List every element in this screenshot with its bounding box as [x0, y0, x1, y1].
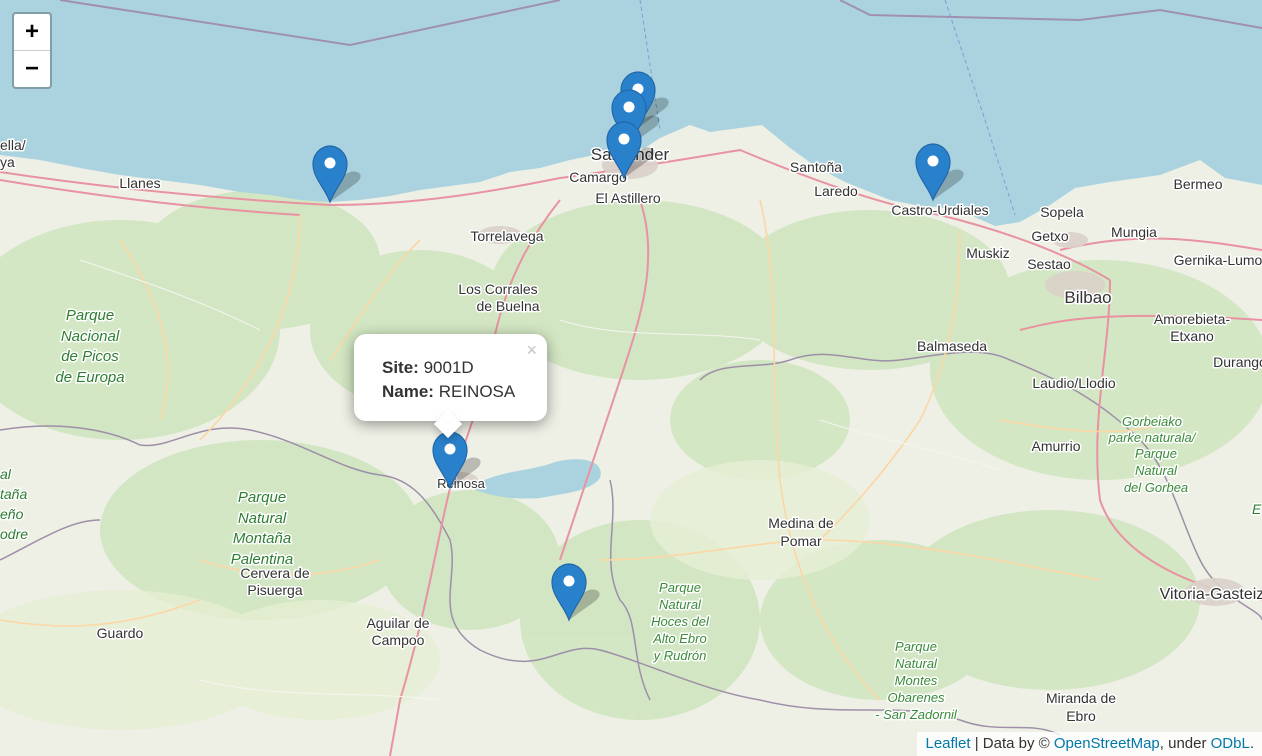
leaflet-link[interactable]: Leaflet: [925, 735, 970, 752]
attribution-sep1: | Data by ©: [970, 735, 1054, 752]
label-eno: eño: [0, 506, 24, 522]
label-laudio: Laudio/Llodio: [1032, 375, 1116, 391]
label-sopela: Sopela: [1040, 204, 1084, 220]
label-ya: ya: [0, 154, 15, 170]
popup-close-button[interactable]: ×: [526, 340, 537, 361]
popup-site-label: Site:: [382, 358, 419, 377]
park-picos-4: de Europa: [55, 369, 124, 386]
label-el-astillero: El Astillero: [595, 190, 661, 206]
label-gernika: Gernika-Lumo: [1174, 252, 1262, 268]
label-aguilar-2: Campoo: [372, 632, 425, 648]
park-obarenes-1: Parque: [895, 639, 937, 654]
zoom-in-button[interactable]: +: [14, 14, 50, 51]
park-gorbeia-5: del Gorbea: [1124, 480, 1188, 495]
label-aguilar-1: Aguilar de: [366, 615, 429, 631]
label-miranda-2: Ebro: [1066, 708, 1096, 724]
popup-name-value: REINOSA: [438, 382, 516, 401]
map-marker[interactable]: [311, 144, 361, 204]
park-obarenes-5: - San Zadornil: [875, 707, 958, 722]
park-picos-1: Parque: [66, 307, 114, 324]
label-los-corrales-1: Los Corrales: [458, 281, 537, 297]
label-amorebieta-2: Etxano: [1170, 328, 1214, 344]
park-hoces-3: Hoces del: [651, 614, 710, 629]
popup-site-row: Site: 9001D: [382, 356, 515, 380]
map-marker[interactable]: [914, 142, 964, 202]
park-obarenes-4: Obarenes: [887, 690, 945, 705]
osm-link[interactable]: OpenStreetMap: [1054, 735, 1160, 752]
label-ed: E: [1252, 501, 1262, 517]
label-los-corrales-2: de Buelna: [476, 298, 539, 314]
popup-content: Site: 9001D Name: REINOSA: [382, 356, 515, 404]
map-marker[interactable]: [431, 430, 481, 490]
park-gorbeia-3: Parque: [1135, 446, 1177, 461]
label-amorebieta-1: Amorebieta-: [1154, 311, 1231, 327]
park-obarenes-2: Natural: [895, 656, 938, 671]
marker-popup: × Site: 9001D Name: REINOSA: [354, 334, 547, 439]
label-odre: odre: [0, 526, 28, 542]
label-medina-2: Pomar: [780, 533, 822, 549]
label-bermeo: Bermeo: [1173, 176, 1222, 192]
popup-site-value: 9001D: [423, 358, 474, 377]
label-cervera-2: Pisuerga: [247, 582, 302, 598]
label-guardo: Guardo: [97, 625, 144, 641]
label-tana: taña: [0, 486, 27, 502]
odbl-link[interactable]: ODbL: [1211, 735, 1250, 752]
map-marker[interactable]: [550, 562, 600, 622]
label-torrelavega: Torrelavega: [470, 228, 543, 244]
map[interactable]: Llanes Santander Camargo El Astillero Sa…: [0, 0, 1262, 756]
label-bilbao: Bilbao: [1064, 288, 1111, 307]
label-vitoria: Vitoria-Gasteiz: [1160, 586, 1262, 603]
park-gorbeia-4: Natural: [1135, 463, 1178, 478]
label-ella: ella/: [0, 137, 26, 153]
label-al: al: [0, 466, 12, 482]
park-picos-3: de Picos: [61, 348, 119, 365]
park-hoces-2: Natural: [659, 597, 702, 612]
attribution-sep2: , under: [1159, 735, 1211, 752]
label-llanes: Llanes: [119, 175, 160, 191]
label-durango: Durango: [1213, 354, 1262, 370]
park-palentina-4: Palentina: [231, 551, 294, 568]
park-hoces-1: Parque: [659, 580, 701, 595]
label-miranda-1: Miranda de: [1046, 690, 1116, 706]
popup-name-row: Name: REINOSA: [382, 380, 515, 404]
label-sestao: Sestao: [1027, 256, 1071, 272]
park-palentina-2: Natural: [238, 510, 287, 527]
map-marker[interactable]: [605, 120, 655, 180]
popup-name-label: Name:: [382, 382, 434, 401]
park-palentina-3: Montaña: [233, 530, 291, 547]
zoom-control: + −: [12, 12, 52, 89]
label-balmaseda: Balmaseda: [917, 338, 987, 354]
park-picos-2: Nacional: [61, 328, 120, 345]
label-getxo: Getxo: [1031, 228, 1069, 244]
label-santona: Santoña: [790, 159, 842, 175]
label-medina-1: Medina de: [768, 515, 834, 531]
zoom-out-button[interactable]: −: [14, 51, 50, 87]
label-mungia: Mungia: [1111, 224, 1157, 240]
attribution: Leaflet | Data by © OpenStreetMap, under…: [917, 732, 1262, 756]
park-palentina-1: Parque: [238, 489, 286, 506]
label-castro-urdiales: Castro-Urdiales: [891, 202, 988, 218]
attribution-end: .: [1249, 735, 1254, 752]
park-hoces-5: y Rudrón: [653, 648, 707, 663]
label-laredo: Laredo: [814, 183, 858, 199]
park-gorbeia-1: Gorbeiako: [1122, 414, 1182, 429]
park-gorbeia-2: parke naturala/: [1108, 430, 1197, 445]
label-amurrio: Amurrio: [1031, 438, 1080, 454]
park-hoces-4: Alto Ebro: [652, 631, 706, 646]
park-obarenes-3: Montes: [895, 673, 938, 688]
label-muskiz: Muskiz: [966, 245, 1010, 261]
